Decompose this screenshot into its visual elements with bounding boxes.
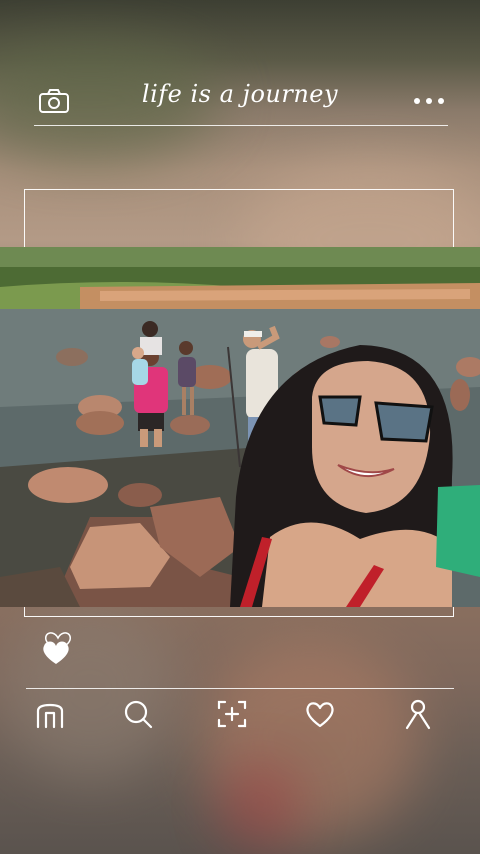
top-bar: life is a journey <box>0 78 480 124</box>
bottom-navigation <box>0 696 480 736</box>
home-icon[interactable] <box>32 696 68 732</box>
camera-icon[interactable] <box>38 88 70 114</box>
page-title: life is a journey <box>141 80 339 108</box>
bottom-divider <box>26 688 454 689</box>
profile-icon[interactable] <box>400 696 436 732</box>
add-post-icon[interactable] <box>214 696 250 732</box>
search-icon[interactable] <box>120 696 156 732</box>
like-heart-icon[interactable] <box>40 626 76 666</box>
top-divider <box>34 125 448 126</box>
heart-icon[interactable] <box>302 696 338 732</box>
more-options-icon[interactable] <box>414 88 444 114</box>
post-photo[interactable] <box>0 247 480 607</box>
